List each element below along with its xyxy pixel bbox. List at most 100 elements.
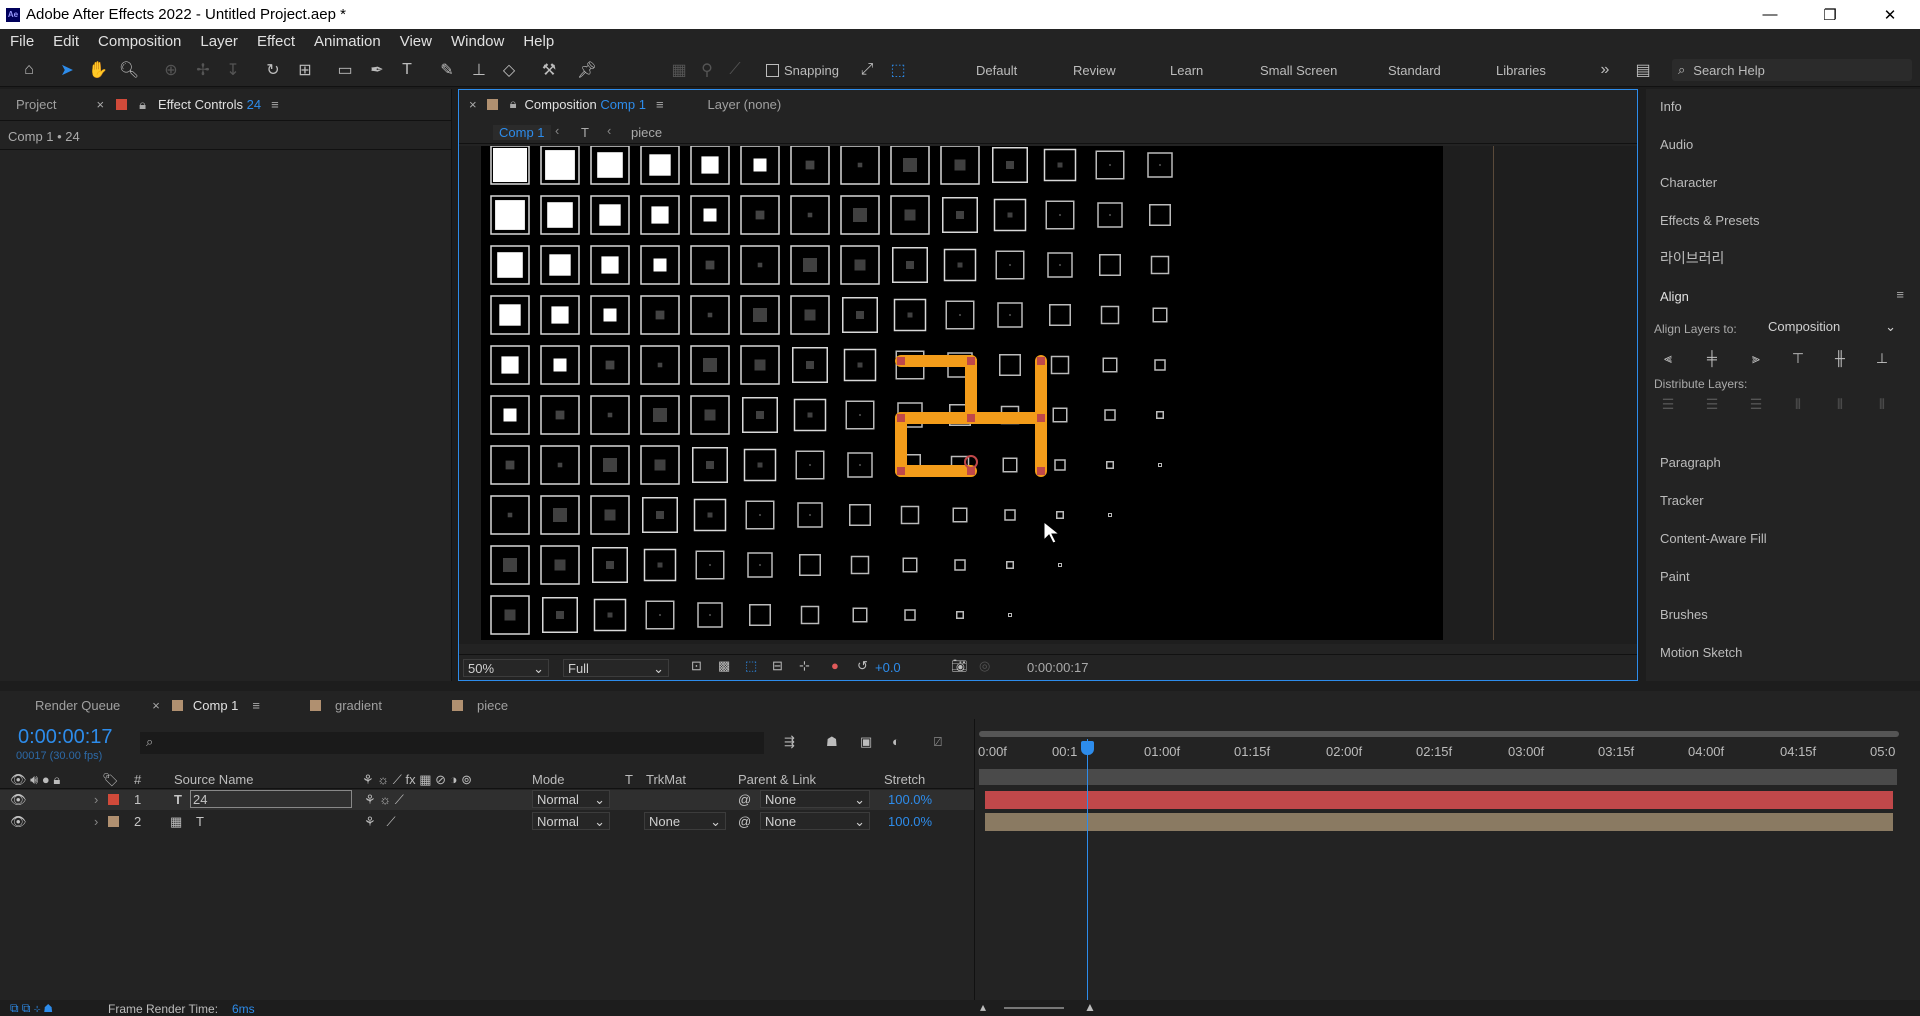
anchor-point-tool-icon[interactable]: ⊞ bbox=[294, 59, 316, 81]
parent-select[interactable]: None ⌄ bbox=[760, 790, 870, 808]
layer-bounding-handle[interactable] bbox=[1037, 467, 1045, 475]
menu-animation[interactable]: Animation bbox=[314, 33, 381, 50]
workspace-review[interactable]: Review bbox=[1073, 63, 1116, 78]
stretch-value[interactable]: 100.0% bbox=[888, 792, 932, 807]
snap-features-icon[interactable]: ⬚ bbox=[887, 59, 909, 81]
align-bottom-icon[interactable]: ⊥ bbox=[1872, 348, 1892, 368]
composition-viewer[interactable] bbox=[459, 146, 1637, 644]
menu-window[interactable]: Window bbox=[451, 33, 504, 50]
layer-name[interactable]: T bbox=[196, 814, 204, 829]
tab-comp1[interactable]: Comp 1 bbox=[193, 698, 239, 713]
motion-blur-icon[interactable]: ◐ bbox=[892, 734, 900, 749]
workspace-standard[interactable]: Standard bbox=[1388, 63, 1441, 78]
chevron-right-icon[interactable]: › bbox=[94, 814, 98, 829]
zoom-tool-icon[interactable]: 🔍︎ bbox=[118, 59, 140, 81]
shy-switch-icon[interactable]: ⚘ ☼ ⟋ bbox=[364, 792, 404, 808]
eye-icon[interactable]: 👁︎ bbox=[10, 814, 27, 830]
pan-camera-icon[interactable]: ✢ bbox=[192, 59, 214, 81]
region-of-interest-icon[interactable]: ⊟ bbox=[772, 658, 783, 674]
color-channels-icon[interactable]: ● bbox=[831, 658, 839, 673]
zoom-in-icon[interactable]: ▲ bbox=[1084, 1000, 1096, 1014]
distribute-left-icon[interactable]: ⦀ bbox=[1788, 394, 1808, 414]
shy-layers-icon[interactable]: ☗ bbox=[826, 734, 838, 750]
pen-tool-icon[interactable]: ✒ bbox=[366, 59, 388, 81]
workspace-panel-icon[interactable]: ▤ bbox=[1632, 59, 1654, 81]
rotation-tool-icon[interactable]: ↻ bbox=[262, 59, 284, 81]
parent-pickwhip-icon[interactable]: @ bbox=[738, 814, 751, 829]
playhead-handle[interactable] bbox=[1081, 741, 1094, 755]
roto-brush-icon[interactable]: ⚒ bbox=[538, 59, 560, 81]
restore-button[interactable]: ❐ bbox=[1800, 0, 1860, 29]
parent-pickwhip-icon[interactable]: @ bbox=[738, 792, 751, 807]
tab-layer[interactable]: Layer (none) bbox=[708, 97, 782, 112]
reset-exposure-icon[interactable]: ↺ bbox=[857, 658, 868, 674]
close-icon[interactable]: × bbox=[96, 97, 104, 112]
breadcrumb-comp1[interactable]: Comp 1 bbox=[493, 125, 551, 140]
status-icons[interactable]: ⧉ ⧉ ⊹ ☗ bbox=[10, 1001, 53, 1016]
fast-previews-icon[interactable]: ⊡ bbox=[691, 658, 702, 674]
workspace-default[interactable]: Default bbox=[976, 63, 1017, 78]
menu-composition[interactable]: Composition bbox=[98, 33, 181, 50]
distribute-right-icon[interactable]: ⦀ bbox=[1872, 394, 1892, 414]
layer-bounding-handle[interactable] bbox=[1037, 357, 1045, 365]
snap-edges-icon[interactable]: ⤢ bbox=[856, 59, 878, 81]
chevron-right-double-icon[interactable]: » bbox=[1594, 59, 1616, 81]
tab-project[interactable]: Project bbox=[16, 97, 56, 112]
layer-bounding-handle[interactable] bbox=[1037, 414, 1045, 422]
local-axis-icon[interactable]: ▦ bbox=[668, 59, 690, 81]
layer-bounding-handle[interactable] bbox=[897, 414, 905, 422]
camera-snapshot-icon[interactable]: 📷︎ bbox=[951, 658, 968, 674]
distribute-top-icon[interactable]: ☰ bbox=[1658, 394, 1678, 414]
timeline-zoom-slider[interactable] bbox=[1004, 1007, 1064, 1009]
viewer-timecode[interactable]: 0:00:00:17 bbox=[1027, 660, 1088, 675]
column-parent[interactable]: Parent & Link bbox=[738, 772, 816, 788]
mask-visibility-icon[interactable]: ⬚ bbox=[745, 658, 757, 674]
menu-effect[interactable]: Effect bbox=[257, 33, 295, 50]
layer-name-field[interactable]: 24 bbox=[190, 790, 352, 808]
puppet-pin-icon[interactable]: 📌︎ bbox=[576, 59, 598, 81]
breadcrumb-t[interactable]: T bbox=[581, 125, 589, 140]
rectangle-tool-icon[interactable]: ▭ bbox=[334, 59, 356, 81]
grid-guides-icon[interactable]: ⊹ bbox=[799, 658, 810, 674]
mode-select[interactable]: Normal ⌄ bbox=[532, 812, 610, 830]
column-source-name[interactable]: Source Name bbox=[174, 772, 253, 788]
close-icon[interactable]: × bbox=[469, 97, 477, 112]
menu-help[interactable]: Help bbox=[523, 33, 554, 50]
layer-label-color[interactable] bbox=[108, 816, 119, 827]
dolly-camera-icon[interactable]: ↧ bbox=[222, 59, 244, 81]
menu-view[interactable]: View bbox=[400, 33, 432, 50]
close-button[interactable]: ✕ bbox=[1860, 0, 1920, 29]
search-help-input[interactable]: ⌕ Search Help bbox=[1672, 59, 1912, 81]
exposure-value[interactable]: +0.0 bbox=[875, 660, 901, 675]
align-vertical-center-icon[interactable]: ╫ bbox=[1830, 348, 1850, 368]
parent-select[interactable]: None ⌄ bbox=[760, 812, 870, 830]
time-navigator[interactable] bbox=[979, 731, 1899, 737]
panel-info[interactable]: Info bbox=[1652, 93, 1862, 119]
panel-content-aware-fill[interactable]: Content-Aware Fill bbox=[1652, 525, 1862, 551]
mode-select[interactable]: Normal ⌄ bbox=[532, 790, 610, 808]
timeline-timecode[interactable]: 0:00:00:17 bbox=[18, 726, 113, 749]
resolution-select[interactable]: Full ⌄ bbox=[563, 659, 669, 677]
layer-row[interactable]: 👁︎ › 2 ▦ T ⚘ ⟋ Normal ⌄ None ⌄ @ None ⌄ 100… bbox=[0, 812, 976, 832]
panel-audio[interactable]: Audio bbox=[1652, 131, 1862, 157]
panel-brushes[interactable]: Brushes bbox=[1652, 601, 1862, 627]
orbit-camera-icon[interactable]: ⊕ bbox=[160, 59, 182, 81]
zoom-select[interactable]: 50% ⌄ bbox=[463, 659, 549, 677]
brush-tool-icon[interactable]: ✎ bbox=[436, 59, 458, 81]
panel-menu-icon[interactable]: ≡ bbox=[252, 698, 260, 713]
chevron-right-icon[interactable]: › bbox=[94, 792, 98, 807]
tab-composition[interactable]: Composition Comp 1 bbox=[525, 97, 646, 112]
align-horizontal-center-icon[interactable]: ╪ bbox=[1702, 348, 1722, 368]
layer-bounding-handle[interactable] bbox=[897, 467, 905, 475]
panel-effects-presets[interactable]: Effects & Presets bbox=[1652, 207, 1862, 233]
timeline-search-input[interactable]: ⌕ bbox=[140, 732, 764, 754]
distribute-vcenter-icon[interactable]: ☰ bbox=[1702, 394, 1722, 414]
view-axis-icon[interactable]: ⟋ bbox=[724, 59, 746, 81]
layer-bounding-handle[interactable] bbox=[967, 357, 975, 365]
workspace-learn[interactable]: Learn bbox=[1170, 63, 1203, 78]
column-stretch[interactable]: Stretch bbox=[884, 772, 925, 788]
world-axis-icon[interactable]: ⚲ bbox=[696, 59, 718, 81]
panel-paragraph[interactable]: Paragraph bbox=[1652, 449, 1862, 475]
selection-tool-icon[interactable]: ➤ bbox=[56, 59, 78, 81]
menu-edit[interactable]: Edit bbox=[53, 33, 79, 50]
